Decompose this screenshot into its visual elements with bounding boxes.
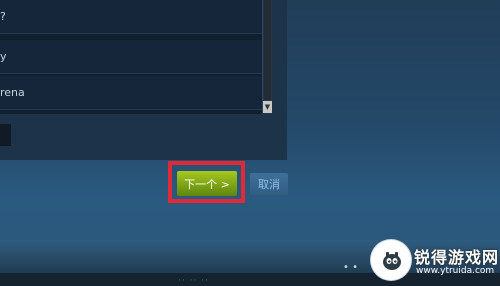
list-item[interactable]: ? — [0, 0, 262, 34]
watermark-url: www.ytruida.com — [416, 266, 495, 276]
text-field-edge[interactable] — [0, 124, 11, 146]
scrollbar-thumb[interactable] — [264, 0, 271, 100]
status-text: ·· ·· ·· — [178, 276, 209, 286]
watermark-dots: • • — [343, 262, 358, 273]
watermark-logo: 锐得游戏网 www.ytruida.com — [364, 238, 500, 286]
watermark-brand: 锐得游戏网 — [414, 248, 500, 267]
list-item[interactable]: y — [0, 40, 262, 74]
list-item-label: rena — [0, 86, 25, 99]
list-item[interactable]: rena — [0, 76, 262, 110]
mascot-icon — [383, 252, 401, 270]
next-button[interactable]: 下一个 > — [177, 171, 237, 196]
dialog-panel: ? y rena ▼ — [0, 0, 287, 160]
list-item-label: y — [0, 50, 7, 63]
selection-list: ? y rena — [0, 0, 263, 114]
list-item-label: ? — [0, 10, 6, 23]
cancel-button[interactable]: 取消 — [250, 173, 288, 195]
scroll-down-arrow-icon[interactable]: ▼ — [263, 101, 272, 113]
